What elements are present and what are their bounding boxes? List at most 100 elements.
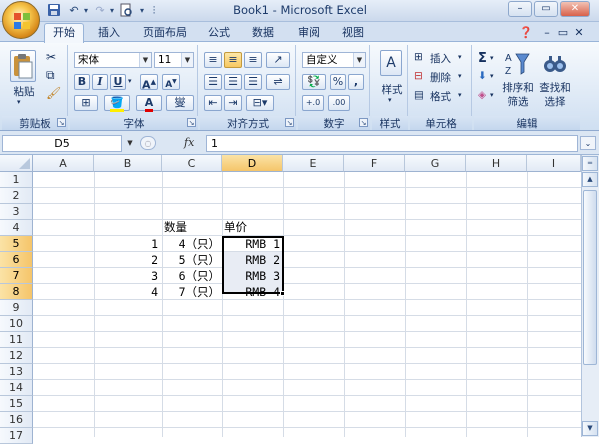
delete-cells-icon[interactable]: ⊟	[414, 70, 423, 82]
office-button[interactable]	[2, 1, 40, 39]
formula-bar-grip-icon[interactable]: ◌	[140, 136, 156, 150]
underline-dropdown-icon[interactable]: ▾	[128, 77, 132, 85]
cell-c4[interactable]: 数量	[164, 219, 220, 235]
cell-b5[interactable]: 1	[96, 236, 158, 252]
row-header-5[interactable]: 5	[0, 236, 33, 252]
insert-dropdown-icon[interactable]: ▾	[458, 53, 462, 61]
cell-d5[interactable]: RMB 1	[224, 236, 280, 252]
bold-button[interactable]: B	[74, 74, 90, 90]
split-box-icon[interactable]: ═	[582, 156, 598, 171]
sort-filter-icon[interactable]: AZ	[504, 50, 530, 78]
decrease-indent-icon[interactable]: ⇤	[204, 95, 222, 111]
autosum-icon[interactable]: Σ	[478, 51, 487, 66]
row-header-10[interactable]: 10	[0, 316, 33, 332]
increase-indent-icon[interactable]: ⇥	[224, 95, 242, 111]
scrollbar-thumb[interactable]	[583, 190, 597, 365]
delete-dropdown-icon[interactable]: ▾	[458, 72, 462, 80]
number-format-dropdown-icon[interactable]: ▼	[353, 53, 365, 67]
text-orientation-icon[interactable]: ↗	[266, 52, 290, 68]
expand-formula-bar-icon[interactable]: ⌄	[580, 136, 596, 150]
customize-qat-icon[interactable]: ⫶	[146, 3, 162, 19]
column-header-f[interactable]: F	[344, 155, 405, 172]
column-header-h[interactable]: H	[466, 155, 527, 172]
clear-dropdown-icon[interactable]: ▾	[490, 91, 494, 99]
find-select-label-1[interactable]: 查找和	[538, 80, 572, 95]
delete-cells-label[interactable]: 删除	[430, 70, 451, 85]
cell-d7[interactable]: RMB 3	[224, 268, 280, 284]
clear-icon[interactable]: ◈	[478, 89, 486, 101]
fill-color-button[interactable]: 🪣	[104, 95, 130, 112]
row-header-6[interactable]: 6	[0, 252, 33, 268]
tab-view[interactable]: 视图	[336, 24, 370, 42]
column-header-e[interactable]: E	[283, 155, 344, 172]
percent-style-button[interactable]: %	[330, 74, 346, 90]
cell-c5[interactable]: 4（只）	[162, 236, 220, 252]
format-cells-label[interactable]: 格式	[430, 89, 451, 104]
close-button[interactable]: ✕	[560, 1, 590, 17]
tab-formulas[interactable]: 公式	[202, 24, 236, 42]
row-header-11[interactable]: 11	[0, 332, 33, 348]
name-box-dropdown-icon[interactable]: ▼	[124, 136, 136, 151]
row-header-13[interactable]: 13	[0, 364, 33, 380]
cut-icon[interactable]: ✂	[46, 50, 56, 64]
formula-input[interactable]: 1	[206, 135, 578, 152]
copy-icon[interactable]: ⧉	[46, 68, 55, 83]
font-size-combo[interactable]: 11 ▼	[154, 52, 194, 68]
tab-review[interactable]: 审阅	[292, 24, 326, 42]
font-name-dropdown-icon[interactable]: ▼	[139, 53, 151, 67]
column-header-c[interactable]: C	[162, 155, 222, 172]
styles-button-label[interactable]: 样式	[378, 82, 406, 97]
align-left-icon[interactable]: ☰	[204, 74, 222, 90]
increase-decimal-icon[interactable]: +.0	[302, 95, 324, 111]
tab-home[interactable]: 开始	[44, 23, 84, 43]
align-right-icon[interactable]: ☰	[244, 74, 262, 90]
row-header-7[interactable]: 7	[0, 268, 33, 284]
insert-cells-label[interactable]: 插入	[430, 51, 451, 66]
restore-button[interactable]: ▭	[534, 1, 558, 17]
row-header-15[interactable]: 15	[0, 396, 33, 412]
scroll-up-icon[interactable]: ▲	[582, 172, 598, 187]
merge-center-icon[interactable]: ⊟▾	[246, 95, 274, 111]
currency-format-icon[interactable]: 💱	[302, 74, 326, 90]
row-header-8[interactable]: 8	[0, 284, 33, 300]
number-launcher-icon[interactable]: ↘	[359, 118, 368, 127]
scroll-down-icon[interactable]: ▼	[582, 421, 598, 436]
font-launcher-icon[interactable]: ↘	[187, 118, 196, 127]
grow-font-button[interactable]: A▲	[140, 74, 158, 92]
phonetic-button[interactable]: 燮	[166, 95, 194, 111]
align-top-icon[interactable]: ≡	[204, 52, 222, 68]
fill-down-icon[interactable]: ⬇	[478, 70, 487, 82]
font-name-combo[interactable]: 宋体 ▼	[74, 52, 152, 68]
row-header-3[interactable]: 3	[0, 204, 33, 220]
alignment-launcher-icon[interactable]: ↘	[285, 118, 294, 127]
select-all-corner[interactable]	[0, 155, 33, 172]
find-select-icon[interactable]	[542, 50, 568, 78]
tab-insert[interactable]: 插入	[92, 24, 126, 42]
format-painter-icon[interactable]: 🖌	[46, 86, 61, 100]
autosum-dropdown-icon[interactable]: ▾	[490, 54, 494, 62]
row-header-16[interactable]: 16	[0, 412, 33, 428]
font-size-dropdown-icon[interactable]: ▼	[181, 53, 193, 67]
shrink-font-button[interactable]: A▼	[162, 74, 180, 90]
cell-c8[interactable]: 7（只）	[162, 284, 220, 300]
styles-icon[interactable]: A	[380, 50, 402, 76]
name-box[interactable]: D5	[2, 135, 122, 152]
cell-d6[interactable]: RMB 2	[224, 252, 280, 268]
paste-dropdown-icon[interactable]: ▾	[17, 98, 21, 106]
column-header-g[interactable]: G	[405, 155, 466, 172]
align-center-icon[interactable]: ☰	[224, 74, 242, 90]
row-header-2[interactable]: 2	[0, 188, 33, 204]
borders-button[interactable]: ⊞	[74, 95, 98, 111]
row-header-14[interactable]: 14	[0, 380, 33, 396]
format-cells-icon[interactable]: ▤	[414, 89, 424, 101]
decrease-decimal-icon[interactable]: .00	[328, 95, 350, 111]
column-header-i[interactable]: I	[527, 155, 581, 172]
find-select-label-2[interactable]: 选择	[538, 94, 572, 109]
cell-c6[interactable]: 5（只）	[162, 252, 220, 268]
column-header-b[interactable]: B	[94, 155, 162, 172]
column-header-d[interactable]: D	[222, 155, 283, 172]
comma-style-button[interactable]: ,	[348, 74, 364, 90]
ribbon-minimize-icon[interactable]: –	[540, 24, 554, 42]
number-format-combo[interactable]: 自定义 ▼	[302, 52, 366, 68]
row-header-4[interactable]: 4	[0, 220, 33, 236]
